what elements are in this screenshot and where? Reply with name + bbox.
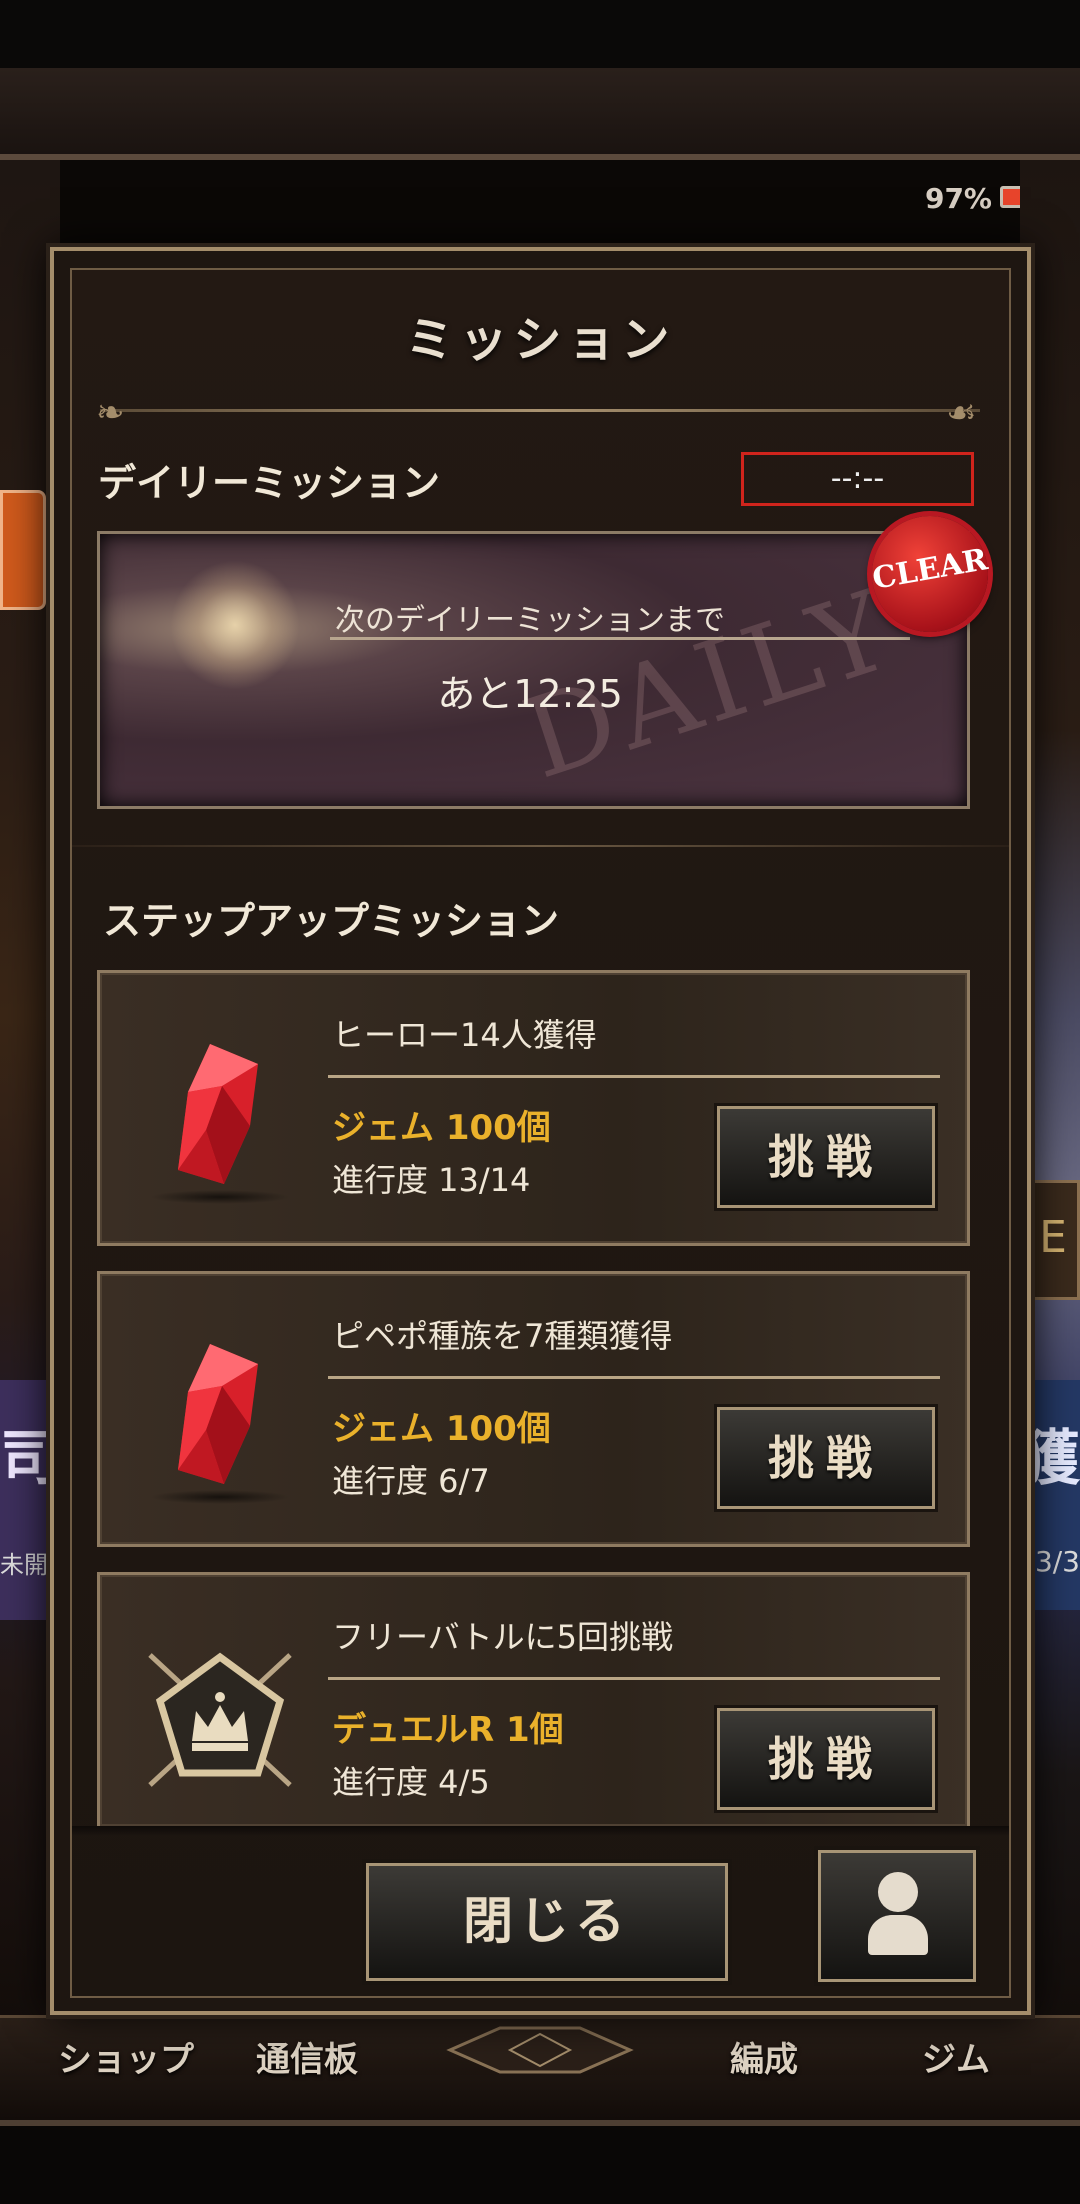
daily-glow	[170, 560, 300, 690]
mission-reward: ジェム 100個	[332, 1108, 551, 1148]
mission-title: ヒーロー14人獲得	[332, 1016, 597, 1054]
nav-item-formation[interactable]: 編成	[730, 2032, 798, 2081]
crown-emblem-icon	[148, 1652, 292, 1787]
status-bar	[0, 0, 1080, 68]
gem-shadow	[150, 1490, 290, 1504]
background-ornament-right: E	[1026, 1180, 1080, 1300]
section-divider	[72, 845, 1009, 847]
background-banner-left-sub: 未開	[0, 1551, 48, 1579]
title-divider	[100, 409, 980, 412]
list-clip-edge	[72, 1826, 1009, 1836]
mission-reward: デュエルR 1個	[332, 1710, 564, 1750]
mission-progress: 進行度 6/7	[332, 1462, 490, 1500]
background-banner-right-sub: 3/3	[1034, 1545, 1080, 1578]
mission-title: ピペポ種族を7種類獲得	[332, 1317, 673, 1355]
battery-percent: 97%	[924, 182, 992, 215]
daily-caption: 次のデイリーミッションまで	[335, 603, 725, 638]
challenge-button[interactable]: 挑戦	[717, 1407, 935, 1509]
mission-reward: ジェム 100個	[332, 1409, 551, 1449]
header-band	[0, 68, 1080, 160]
red-gem-icon	[178, 1044, 258, 1184]
daily-remaining-time: あと12:25	[437, 672, 623, 716]
flourish-left-icon: ❧	[96, 393, 125, 433]
nav-item-shop[interactable]: ショップ	[58, 2032, 194, 2081]
profile-avatar-icon	[878, 1872, 918, 1912]
daily-mission-heading: デイリーミッション	[98, 461, 441, 505]
daily-divider	[330, 637, 910, 640]
flourish-right-icon: ☙	[946, 393, 977, 433]
nav-center-ornament-icon[interactable]	[440, 2020, 640, 2080]
bottom-strip	[0, 2120, 1080, 2204]
dialog-title: ミッション	[405, 312, 676, 368]
mission-progress: 進行度 4/5	[332, 1763, 490, 1801]
mission-title: フリーバトルに5回挑戦	[332, 1618, 673, 1656]
stepup-mission-heading: ステップアップミッション	[103, 899, 560, 943]
background-side-button	[0, 490, 46, 610]
gem-shadow	[150, 1190, 290, 1204]
challenge-button[interactable]: 挑戦	[717, 1708, 935, 1810]
mission-progress: 進行度 13/14	[332, 1161, 531, 1199]
nav-item-gym[interactable]: ジム	[922, 2032, 990, 2081]
profile-avatar-body	[868, 1915, 928, 1955]
challenge-button[interactable]: 挑戦	[717, 1106, 935, 1208]
mission-divider	[328, 1376, 940, 1379]
nav-item-board[interactable]: 通信板	[256, 2032, 358, 2081]
close-button[interactable]: 閉じる	[366, 1863, 728, 1981]
mission-divider	[328, 1677, 940, 1680]
red-gem-icon	[178, 1344, 258, 1484]
mission-divider	[328, 1075, 940, 1078]
daily-timer: --:--	[741, 452, 974, 506]
